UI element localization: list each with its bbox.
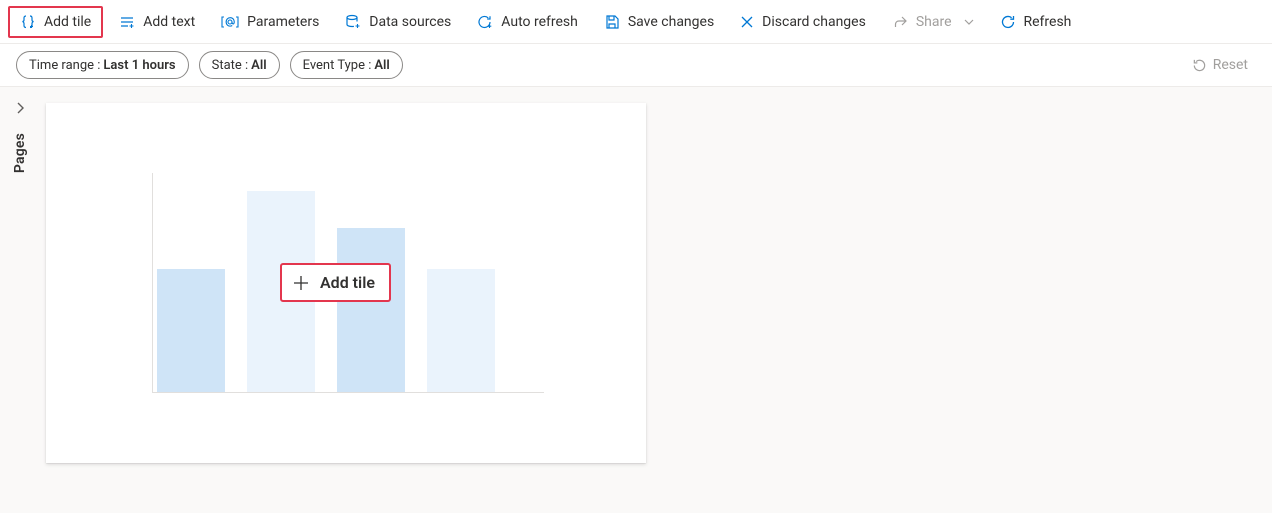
- save-changes-label: Save changes: [628, 14, 714, 30]
- auto-refresh-button[interactable]: Auto refresh: [467, 6, 588, 38]
- share-label: Share: [916, 14, 952, 30]
- data-sources-button[interactable]: Data sources: [335, 6, 461, 38]
- discard-changes-label: Discard changes: [762, 14, 866, 30]
- event-type-label: Event Type :: [303, 58, 372, 73]
- pages-label: Pages: [12, 133, 28, 173]
- state-value: All: [251, 58, 266, 73]
- toolbar: Add tile Add text Parameters Data source…: [0, 0, 1272, 44]
- add-text-button[interactable]: Add text: [109, 6, 205, 38]
- add-tile-overlay-label: Add tile: [320, 273, 375, 292]
- database-icon: [345, 14, 361, 30]
- text-lines-icon: [119, 14, 135, 30]
- chevron-down-icon: [964, 17, 974, 27]
- reset-label: Reset: [1213, 57, 1248, 73]
- chart-bar: [157, 269, 225, 392]
- main-area: Pages Add tile: [0, 86, 1272, 513]
- auto-refresh-icon: [477, 14, 493, 30]
- chart-bar: [337, 228, 405, 392]
- parameters-label: Parameters: [247, 14, 319, 30]
- parameters-button[interactable]: Parameters: [211, 6, 329, 38]
- close-icon: [740, 15, 754, 29]
- plus-icon: [292, 274, 310, 292]
- chart-bar: [427, 269, 495, 392]
- refresh-button[interactable]: Refresh: [990, 6, 1082, 38]
- time-range-value: Last 1 hours: [103, 58, 175, 73]
- time-range-label: Time range :: [29, 58, 100, 73]
- save-icon: [604, 14, 620, 30]
- event-type-filter[interactable]: Event Type : All: [290, 51, 403, 79]
- share-icon: [892, 14, 908, 30]
- save-changes-button[interactable]: Save changes: [594, 6, 724, 38]
- refresh-label: Refresh: [1024, 14, 1072, 30]
- expand-sidebar-button[interactable]: [13, 101, 27, 115]
- state-filter[interactable]: State : All: [199, 51, 280, 79]
- time-range-filter[interactable]: Time range : Last 1 hours: [16, 51, 189, 79]
- event-type-value: All: [374, 58, 389, 73]
- add-text-label: Add text: [143, 14, 195, 30]
- filter-row: Time range : Last 1 hours State : All Ev…: [0, 44, 1272, 86]
- share-button: Share: [882, 6, 984, 38]
- pages-sidebar: Pages: [0, 87, 40, 513]
- add-tile-label: Add tile: [44, 14, 91, 30]
- at-bracket-icon: [221, 14, 239, 30]
- dashboard-canvas[interactable]: Add tile: [40, 87, 1272, 513]
- dashboard-tile[interactable]: Add tile: [46, 103, 646, 463]
- state-label: State :: [212, 58, 249, 73]
- braces-icon: [20, 14, 36, 30]
- undo-icon: [1192, 58, 1207, 73]
- add-tile-button[interactable]: Add tile: [8, 6, 103, 38]
- reset-button: Reset: [1184, 57, 1256, 73]
- data-sources-label: Data sources: [369, 14, 451, 30]
- auto-refresh-label: Auto refresh: [501, 14, 578, 30]
- refresh-icon: [1000, 14, 1016, 30]
- add-tile-overlay-button[interactable]: Add tile: [280, 263, 391, 302]
- discard-changes-button[interactable]: Discard changes: [730, 6, 876, 38]
